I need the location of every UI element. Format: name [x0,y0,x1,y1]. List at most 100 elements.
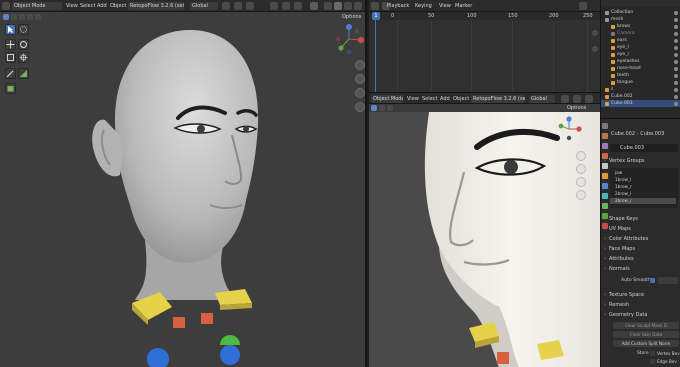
vertex-group-item[interactable]: 1brow_l [610,177,676,183]
eye-icon[interactable] [674,66,678,71]
breadcrumb-item[interactable]: Cube.002 [611,131,635,137]
zoom-icon[interactable] [592,30,598,36]
head-model-closeup[interactable] [369,112,600,367]
menu-view[interactable]: View [405,95,421,103]
outliner-item[interactable]: s [601,86,680,93]
outliner-item[interactable]: ears [601,37,680,44]
retopoflow-dropdown[interactable]: RetopoFlow 3.2.6 (self) [128,2,184,10]
tool-scale[interactable] [5,52,16,63]
transform-orientation-dropdown[interactable]: Global [190,2,218,10]
pivot-icon[interactable] [222,2,230,10]
select-intersect-icon[interactable] [35,14,41,20]
outliner-item[interactable]: eyelashes [601,58,680,65]
section-geometry-data[interactable]: Geometry Data [604,311,679,319]
outliner-item[interactable]: Cube.002 [601,93,680,100]
playback-icon[interactable] [579,2,587,10]
select-box-mode-icon[interactable] [371,105,377,111]
editor-type-icon[interactable] [2,2,10,10]
auto-smooth-checkbox[interactable] [650,278,655,283]
physics-tab-icon[interactable] [602,203,608,209]
timeline-editor[interactable]: Playback Keying View Marker 1 0 50 100 1… [369,0,600,92]
section-remesh[interactable]: Remesh [604,301,679,309]
eye-icon[interactable] [674,24,678,29]
navigation-gizmo[interactable] [556,115,582,143]
vertex-group-item[interactable]: jaw [610,170,676,176]
edge-bevel-checkbox[interactable] [650,359,655,364]
eye-icon[interactable] [674,52,678,57]
select-subtract-icon[interactable] [19,14,25,20]
tool-select-box[interactable] [5,24,16,35]
outliner-item[interactable]: eye_r [601,51,680,58]
snap-icon[interactable] [234,2,242,10]
shading-solid-icon[interactable] [334,2,342,10]
vertex-group-item[interactable]: 2brow_l [610,191,676,197]
camera-view-icon[interactable] [576,177,586,187]
retopoflow-dropdown[interactable]: RetopoFlow 3.2.6 (self) [471,95,525,103]
vertex-bevel-checkbox[interactable] [650,351,655,356]
eye-icon[interactable] [674,101,678,106]
outliner-panel[interactable]: Collection mesh brows Camera ears eye_l … [600,0,680,118]
eye-icon[interactable] [674,80,678,85]
outliner-item[interactable]: teeth [601,72,680,79]
vertex-group-item-selected[interactable]: 2brow_r [610,198,676,204]
section-shape-keys[interactable]: Shape Keys [604,215,679,223]
menu-view[interactable]: View [437,2,453,10]
overlay-icon[interactable] [294,2,302,10]
outliner-item[interactable]: tongue [601,79,680,86]
shading-rendered-icon[interactable] [354,2,362,10]
section-vertex-groups[interactable]: Vertex Groups [604,157,679,165]
particles-tab-icon[interactable] [602,193,608,199]
gizmo-icon[interactable] [282,2,290,10]
add-custom-split-normals-button[interactable]: Add Custom Split Norm [613,340,679,347]
section-normals[interactable]: Normals [604,265,679,273]
modifier-tab-icon[interactable] [602,183,608,189]
eye-icon[interactable] [674,38,678,43]
breadcrumb-item[interactable]: Cube.003 [640,131,664,137]
shading-wireframe-icon[interactable] [324,2,332,10]
section-uv-maps[interactable]: UV Maps [604,225,679,233]
select-invert-icon[interactable] [27,14,33,20]
snap-icon[interactable] [561,95,569,103]
clear-skin-data-button[interactable]: Clear Skin Data [613,331,679,338]
head-model-left[interactable] [60,25,360,367]
eye-icon[interactable] [674,94,678,99]
menu-add[interactable]: Add [438,95,452,103]
eye-icon[interactable] [674,45,678,50]
auto-smooth-angle-field[interactable] [658,277,678,284]
transform-orientation-dropdown[interactable]: Global [529,95,555,103]
eye-icon[interactable] [674,59,678,64]
outliner-item[interactable]: mesh [601,16,680,23]
clear-sculpt-mask-button[interactable]: Clear Sculpt Mask D [613,322,679,329]
menu-add[interactable]: Add [95,2,109,10]
object-name-field[interactable]: Cube.003 [610,144,678,152]
outliner-item-selected[interactable]: Cube.003 [601,100,680,107]
zoom-icon[interactable] [576,151,586,161]
section-texture-space[interactable]: Texture Space [604,291,679,299]
outliner-item[interactable]: brows [601,23,680,30]
section-color-attributes[interactable]: Color Attributes [604,235,679,243]
select-subtract-icon[interactable] [387,105,393,111]
menu-object[interactable]: Object [451,95,471,103]
visibility-icon[interactable] [270,2,278,10]
pan-hand-icon[interactable] [592,46,598,52]
output-tab-icon[interactable] [602,143,608,149]
menu-keying[interactable]: Keying [413,2,434,10]
shading-material-icon[interactable] [344,2,352,10]
tool-add-cube[interactable] [5,83,16,94]
eye-icon[interactable] [674,17,678,22]
tool-transform[interactable] [18,52,29,63]
outliner-item[interactable]: eye_l [601,44,680,51]
mode-dropdown[interactable]: Object Mode [12,2,62,10]
eye-icon[interactable] [674,31,678,36]
mode-dropdown[interactable]: Object Mode [371,95,403,103]
playhead[interactable] [375,20,376,92]
menu-select[interactable]: Select [420,95,439,103]
menu-marker[interactable]: Marker [453,2,474,10]
viewport-right[interactable]: Object Mode View Select Add Object Retop… [369,92,600,367]
select-box-mode-icon[interactable] [3,14,9,20]
eye-icon[interactable] [674,87,678,92]
timeline-editor-icon[interactable] [371,2,379,10]
perspective-toggle-icon[interactable] [576,190,586,200]
render-tab-icon[interactable] [602,133,608,139]
tool-rotate[interactable] [18,39,29,50]
